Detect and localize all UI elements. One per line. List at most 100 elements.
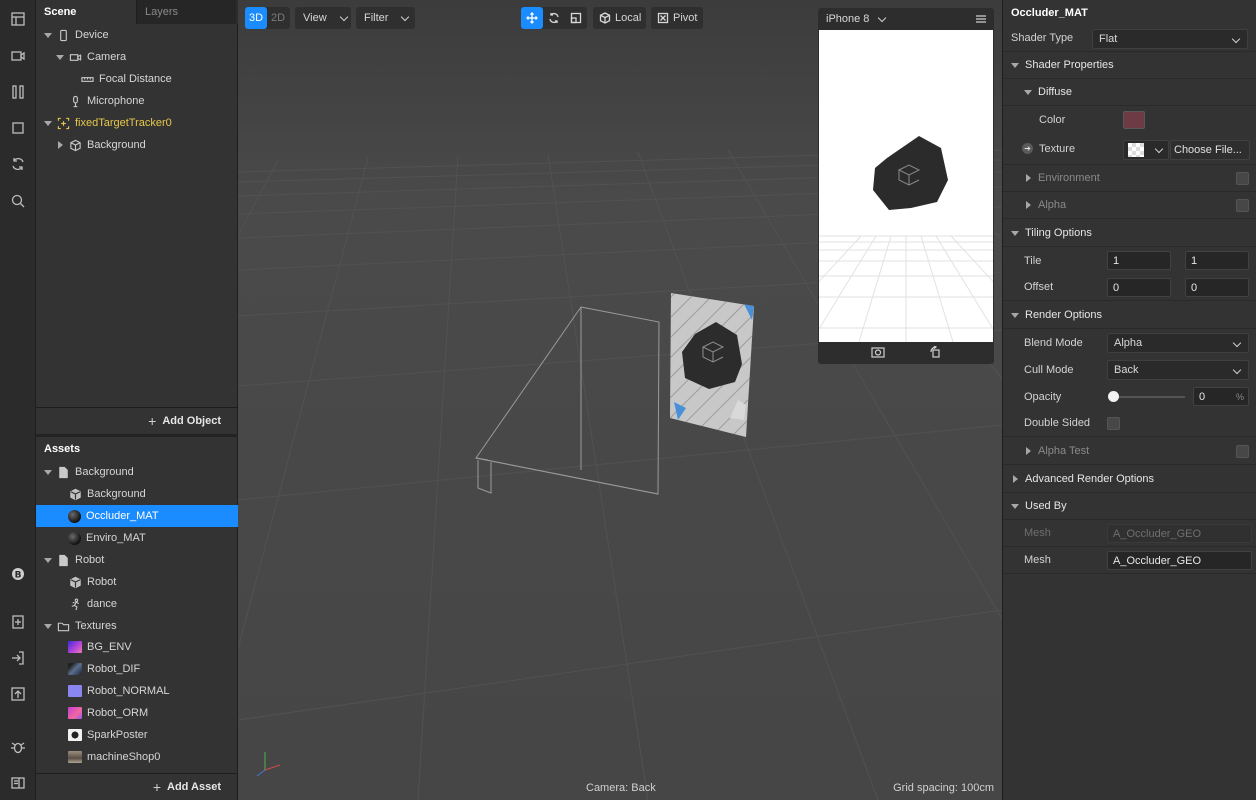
double-sided-checkbox[interactable] [1107,417,1120,430]
texture-row: ➔ Texture Choose File... [1003,134,1256,165]
scene-item-focal-distance[interactable]: Focal Distance [36,68,238,90]
choose-file-button[interactable]: Choose File... [1170,140,1250,160]
environment-row[interactable]: Environment [1003,165,1256,192]
asset-item-background-group[interactable]: Background [36,461,238,483]
scene-item-camera[interactable]: Camera [36,46,238,68]
asset-item-bg-env[interactable]: BG_ENV [36,636,238,658]
shader-type-select[interactable]: Flat [1092,29,1248,49]
asset-item-occluder-mat[interactable]: Occluder_MAT [36,505,238,527]
alpha-checkbox[interactable] [1236,199,1249,212]
alpha-test-checkbox[interactable] [1236,445,1249,458]
asset-item-robot-orm[interactable]: Robot_ORM [36,702,238,724]
rotate-device-icon[interactable] [929,344,941,361]
scene-item-device[interactable]: Device [36,24,238,46]
add-asset-button[interactable]: + Add Asset [153,778,221,796]
tab-layers[interactable]: Layers [136,0,236,24]
expand-arrow-icon[interactable] [56,53,64,61]
divider [36,773,238,774]
scene-item-microphone[interactable]: Microphone [36,90,238,112]
pivot-toggle[interactable]: Pivot [651,7,703,29]
square-icon[interactable] [8,118,28,138]
render-options-header[interactable]: Render Options [1003,302,1256,329]
used-by-header[interactable]: Used By [1003,493,1256,520]
device-selector[interactable]: iPhone 8 [826,13,869,25]
cube-icon [68,487,82,501]
asset-item-enviro-mat[interactable]: Enviro_MAT [36,527,238,549]
expand-arrow-icon[interactable] [44,31,52,39]
alpha-test-label: Alpha Test [1038,445,1090,457]
asset-item-textures-folder[interactable]: Textures [36,615,238,637]
opacity-slider-track[interactable] [1111,396,1185,398]
shader-properties-header[interactable]: Shader Properties [1003,52,1256,79]
opacity-field[interactable]: 0 % [1193,387,1249,406]
asset-item-robot-normal[interactable]: Robot_NORMAL [36,680,238,702]
tiling-options-header[interactable]: Tiling Options [1003,220,1256,247]
refresh-icon[interactable] [8,154,28,174]
tab-scene[interactable]: Scene [36,0,136,24]
offset-y-field[interactable]: 0 [1185,278,1249,297]
asset-item-robot-group[interactable]: Robot [36,549,238,571]
columns-icon[interactable] [8,82,28,102]
diffuse-header[interactable]: Diffuse [1003,79,1256,106]
scale-tool-icon[interactable] [565,7,587,29]
move-tool-icon[interactable] [521,7,543,29]
blend-mode-select[interactable]: Alpha [1107,333,1249,353]
collapse-arrow-icon[interactable] [56,141,64,149]
expand-arrow-icon[interactable] [44,622,52,630]
layout-icon[interactable] [8,9,28,29]
video-icon[interactable] [8,46,28,66]
asset-item-background[interactable]: Background [36,483,238,505]
alpha-label: Alpha [1038,199,1067,211]
add-asset-label: Add Asset [167,781,221,793]
color-swatch[interactable] [1123,111,1145,129]
console-icon[interactable] [8,773,28,793]
hamburger-menu-icon[interactable] [976,14,986,27]
opacity-slider-handle[interactable] [1108,391,1119,402]
tile-y-field[interactable]: 1 [1185,251,1249,270]
chevron-down-icon [339,12,348,21]
add-object-button[interactable]: + Add Object [148,412,221,430]
alpha-row[interactable]: Alpha [1003,192,1256,219]
view-dropdown[interactable]: View [295,7,351,29]
scene-item-background[interactable]: Background [36,134,238,156]
login-icon[interactable] [8,648,28,668]
connect-arrow-icon[interactable]: ➔ [1022,143,1033,154]
asset-item-robot[interactable]: Robot [36,571,238,593]
search-icon[interactable] [8,191,28,211]
svg-text:B: B [15,571,22,581]
expand-arrow-icon[interactable] [44,556,52,564]
import-icon[interactable] [8,612,28,632]
asset-item-dance[interactable]: dance [36,593,238,615]
asset-item-sparkposter[interactable]: SparkPoster [36,724,238,746]
expand-arrow-icon[interactable] [44,468,52,476]
bug-icon[interactable] [8,737,28,757]
mesh-field[interactable]: A_Occluder_GEO [1107,551,1252,570]
asset-item-machineshop[interactable]: machineShop0 [36,746,238,768]
cull-mode-select[interactable]: Back [1107,360,1249,380]
checkerboard-icon [1128,143,1144,157]
local-toggle[interactable]: Local [593,7,646,29]
advanced-render-options-header[interactable]: Advanced Render Options [1003,466,1256,493]
rotate-tool-icon[interactable] [543,7,565,29]
asset-item-robot-dif[interactable]: Robot_DIF [36,658,238,680]
mode-3d-button[interactable]: 3D [245,7,267,29]
scene-viewport[interactable]: 3D 2D View Filter Local Pivot iPhone 8 C… [238,0,1002,800]
texture-select[interactable] [1123,140,1169,160]
tree-label: machineShop0 [87,751,161,763]
expand-arrow-icon[interactable] [44,119,52,127]
device-screen[interactable] [818,30,994,343]
alpha-test-row[interactable]: Alpha Test [1003,438,1256,465]
bitcoin-icon[interactable]: B [8,564,28,584]
chevron-down-icon[interactable] [878,13,887,22]
tile-x-field[interactable]: 1 [1107,251,1171,270]
capture-icon[interactable] [871,346,885,361]
environment-checkbox[interactable] [1236,172,1249,185]
opacity-label: Opacity [1024,390,1062,403]
upload-icon[interactable] [8,684,28,704]
filter-dropdown[interactable]: Filter [356,7,415,29]
mode-2d-button[interactable]: 2D [267,7,289,29]
view-label: View [303,12,327,24]
offset-x-field[interactable]: 0 [1107,278,1171,297]
scene-item-tracker[interactable]: fixedTargetTracker0 [36,112,238,134]
diffuse-label: Diffuse [1038,86,1073,98]
